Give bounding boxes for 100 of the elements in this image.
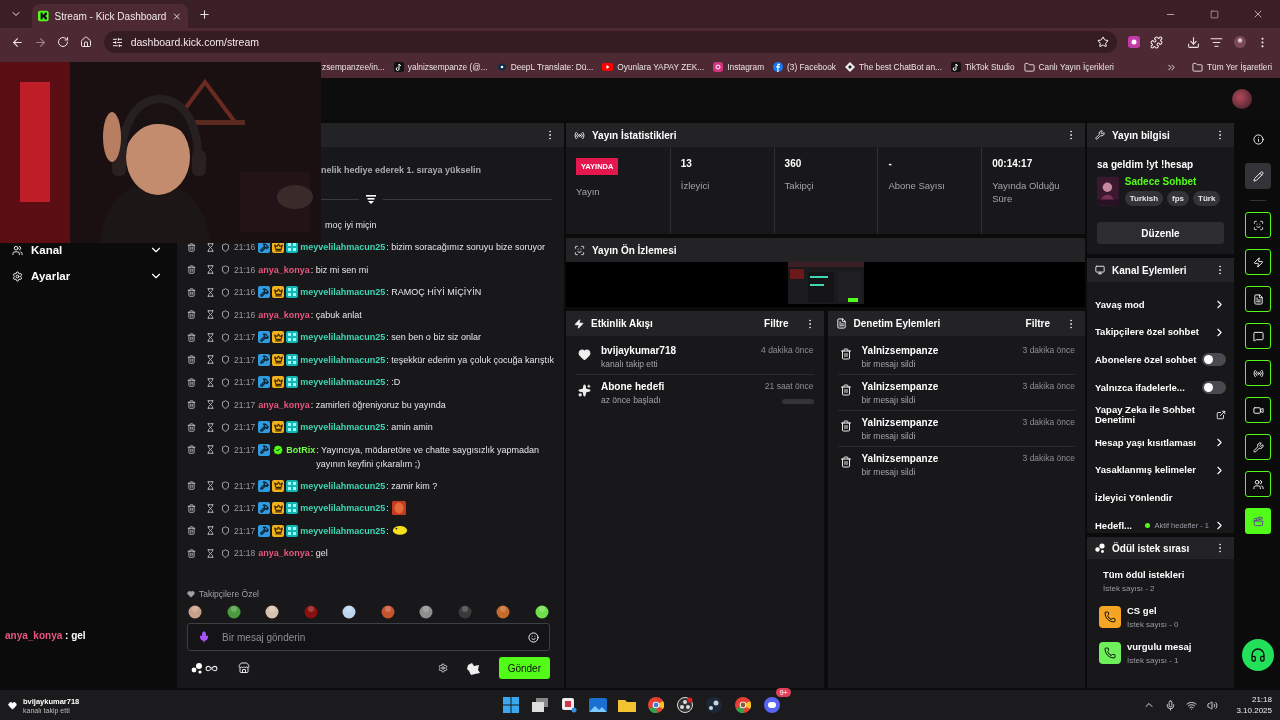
toggle-switch[interactable]	[1202, 381, 1226, 395]
trash-icon[interactable]	[187, 377, 196, 387]
close-icon[interactable]	[1252, 8, 1264, 20]
bookmark-star-icon[interactable]	[1096, 36, 1109, 48]
bookmark-link[interactable]: Oyunlara YAPAY ZEK...	[602, 62, 705, 72]
trash-icon[interactable]	[187, 400, 196, 410]
download-icon[interactable]	[1187, 35, 1201, 49]
bookmark-link[interactable]: Instagram	[713, 62, 765, 72]
chat-username[interactable]: anya_konya	[258, 546, 310, 560]
hourglass-icon[interactable]	[206, 377, 215, 387]
microphone-icon[interactable]	[198, 631, 210, 643]
send-button[interactable]: Gönder	[498, 657, 550, 679]
emote-icon[interactable]	[495, 603, 512, 619]
filter-button[interactable]: Filtre	[1017, 318, 1058, 329]
emote-icon[interactable]	[187, 603, 203, 619]
bookmark-link[interactable]: (3) Facebook	[773, 62, 836, 72]
category-link[interactable]: Sadece Sohbet	[1124, 176, 1224, 187]
site-settings-icon[interactable]	[111, 36, 123, 48]
pencil-icon[interactable]	[1245, 163, 1271, 189]
trash-icon[interactable]	[187, 548, 196, 558]
puzzle-icon[interactable]	[1150, 35, 1164, 49]
bookmark-link[interactable]: Canlı Yayın İçerikleri	[1023, 61, 1114, 73]
bookmark-link[interactable]: yalnizsempanze (@...	[393, 62, 488, 72]
hourglass-icon[interactable]	[206, 332, 215, 342]
chat-username[interactable]: meyvelilahmacun25	[300, 330, 386, 344]
steam-icon[interactable]	[706, 697, 722, 713]
forward-icon[interactable]	[33, 35, 47, 49]
back-icon[interactable]	[10, 35, 24, 49]
document-icon[interactable]	[1245, 286, 1271, 312]
hourglass-icon[interactable]	[206, 481, 215, 491]
browser-icon[interactable]	[648, 697, 664, 713]
record-app-icon[interactable]	[677, 697, 693, 713]
reward-title[interactable]: Tüm ödül istekleri	[1103, 569, 1226, 580]
shield-icon[interactable]	[221, 377, 230, 387]
emote-icon[interactable]	[533, 603, 550, 619]
trash-icon[interactable]	[187, 310, 196, 320]
lightning-icon[interactable]	[1245, 249, 1271, 275]
edit-button[interactable]: Düzenle	[1097, 222, 1224, 244]
tag[interactable]: Turkish	[1124, 191, 1164, 206]
sidebar-item[interactable]: Kanal	[12, 241, 163, 259]
home-icon[interactable]	[80, 36, 93, 48]
trash-icon[interactable]	[187, 265, 196, 275]
shield-icon[interactable]	[221, 481, 230, 491]
shield-icon[interactable]	[221, 287, 230, 297]
bookmark-link[interactable]: zsempanzee/in...	[322, 62, 385, 72]
new-tab-icon[interactable]	[197, 7, 211, 21]
volume-icon[interactable]	[1207, 699, 1219, 711]
hourglass-icon[interactable]	[206, 526, 215, 536]
settings-icon[interactable]	[437, 663, 448, 673]
trash-icon[interactable]	[187, 355, 196, 365]
shield-icon[interactable]	[221, 242, 230, 252]
network-icon[interactable]	[1186, 699, 1198, 711]
wrench-icon[interactable]	[1245, 434, 1271, 460]
bookmark-link[interactable]: DeepL Translate: Dü...	[496, 62, 594, 72]
trash-icon[interactable]	[187, 481, 196, 491]
clock[interactable]: 21:18 3.10.2025	[1236, 695, 1272, 715]
reload-icon[interactable]	[57, 36, 70, 48]
channel-action-label[interactable]: Yavaş mod	[1095, 299, 1209, 310]
chat-username[interactable]: anya_konya	[258, 262, 310, 277]
bookmark-link[interactable]: The best ChatBot an...	[845, 62, 943, 72]
channel-action-label[interactable]: Hedefl...	[1095, 520, 1142, 531]
hourglass-icon[interactable]	[206, 287, 215, 297]
channel-action-label[interactable]: Yapay Zeka ile Sohbet Denetimi	[1095, 405, 1212, 426]
media-list-icon[interactable]	[1210, 35, 1224, 49]
people-icon[interactable]	[1245, 471, 1271, 497]
trash-icon[interactable]	[187, 526, 196, 536]
message-input[interactable]: Bir mesaj gönderin	[220, 630, 518, 644]
shield-icon[interactable]	[221, 422, 230, 432]
chat-username[interactable]: meyvelilahmacun25	[300, 352, 386, 367]
clapperboard-icon[interactable]	[1245, 508, 1271, 534]
trash-icon[interactable]	[187, 287, 196, 297]
bookmark-link[interactable]: TikTok Studio	[951, 62, 1015, 72]
avatar[interactable]	[1232, 89, 1252, 109]
chat-icon[interactable]	[1245, 323, 1271, 349]
reward-title[interactable]: CS gel	[1127, 605, 1179, 616]
toggle-switch[interactable]	[1202, 353, 1226, 367]
channel-action-label[interactable]: Abonelere özel sohbet	[1095, 355, 1198, 365]
close-icon[interactable]	[172, 10, 182, 22]
hourglass-icon[interactable]	[206, 503, 215, 513]
shield-icon[interactable]	[221, 503, 230, 513]
photos-icon[interactable]	[589, 698, 607, 712]
hourglass-icon[interactable]	[206, 310, 215, 320]
hourglass-icon[interactable]	[206, 422, 215, 432]
extension-icon[interactable]	[1127, 35, 1142, 49]
reward-title[interactable]: vurgulu mesaj	[1127, 641, 1192, 652]
shield-icon[interactable]	[221, 400, 230, 410]
headset-button[interactable]	[1242, 639, 1274, 671]
chat-username[interactable]: meyvelilahmacun25	[300, 240, 386, 254]
trash-icon[interactable]	[187, 242, 196, 252]
snip-app-icon[interactable]	[561, 697, 577, 713]
emote-icon[interactable]	[379, 603, 396, 619]
address-bar[interactable]: dashboard.kick.com/stream	[103, 31, 1117, 53]
chat-username[interactable]: meyvelilahmacun25	[300, 420, 386, 434]
filter-button[interactable]: Filtre	[756, 318, 797, 329]
browser-icon[interactable]	[735, 697, 751, 713]
shield-icon[interactable]	[221, 332, 230, 342]
hourglass-icon[interactable]	[206, 265, 215, 275]
external-link-icon[interactable]	[1216, 410, 1226, 421]
browser-tab[interactable]: Stream - Kick Dashboard	[32, 4, 188, 28]
trash-icon[interactable]	[187, 503, 196, 513]
